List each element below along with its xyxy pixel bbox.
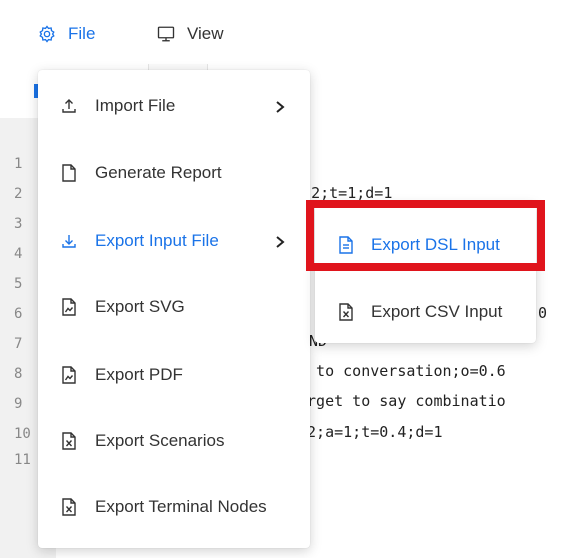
menu-item-label: Export SVG	[95, 297, 185, 316]
excel-file-icon	[337, 303, 355, 321]
tab-file-label: File	[68, 24, 96, 43]
gear-icon	[38, 25, 56, 43]
chevron-right-icon	[274, 99, 286, 113]
menu-item-label: Generate Report	[95, 163, 222, 182]
tab-file[interactable]: File	[38, 20, 95, 48]
menu-item-export-scenarios[interactable]: Export Scenarios	[38, 417, 310, 465]
tab-view[interactable]: View	[157, 20, 224, 48]
image-file-icon	[60, 298, 78, 316]
document-icon	[60, 164, 78, 182]
download-icon	[60, 232, 78, 250]
highlight-annotation-box	[306, 200, 545, 271]
excel-file-icon	[60, 498, 78, 516]
chevron-right-icon	[274, 234, 286, 248]
menu-item-label: Import File	[95, 96, 176, 115]
image-file-icon	[60, 366, 78, 384]
code-line: arget to say combinatio	[298, 392, 506, 410]
menu-item-generate-report[interactable]: Generate Report	[38, 149, 310, 197]
submenu-item-label: Export CSV Input	[371, 302, 503, 321]
monitor-icon	[157, 25, 175, 43]
import-icon	[60, 97, 78, 115]
menu-item-export-terminal-nodes[interactable]: Export Terminal Nodes	[38, 483, 310, 531]
file-menu: Import File Generate Report Export Input…	[38, 70, 310, 548]
tab-view-label: View	[187, 24, 224, 43]
menu-item-import-file[interactable]: Import File	[38, 82, 310, 130]
excel-file-icon	[60, 432, 78, 450]
code-line: n to conversation;o=0.6	[298, 362, 506, 380]
menu-item-label: Export Terminal Nodes	[95, 497, 267, 516]
menu-item-export-pdf[interactable]: Export PDF	[38, 351, 310, 399]
menu-item-export-input-file[interactable]: Export Input File	[38, 217, 310, 265]
menu-item-label: Export PDF	[95, 365, 183, 384]
code-line: 0	[538, 304, 548, 322]
menu-item-export-svg[interactable]: Export SVG	[38, 283, 310, 331]
top-menu-bar: File View	[0, 0, 569, 65]
submenu-item-export-csv-input[interactable]: Export CSV Input	[315, 284, 536, 340]
code-line: .2;a=1;t=0.4;d=1	[298, 423, 443, 441]
menu-item-label: Export Input File	[95, 231, 219, 250]
menu-item-label: Export Scenarios	[95, 431, 225, 450]
